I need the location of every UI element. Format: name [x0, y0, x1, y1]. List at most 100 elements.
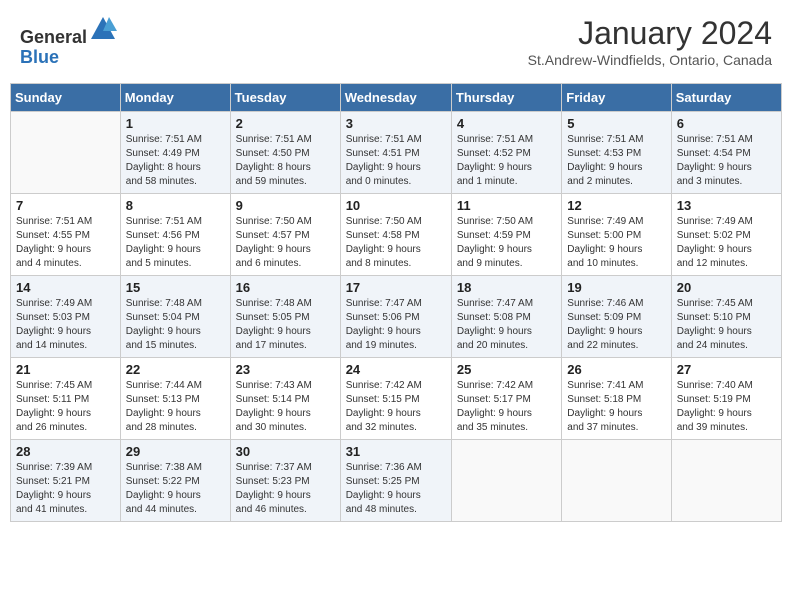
title-area: January 2024 St.Andrew-Windfields, Ontar… [528, 15, 772, 68]
day-number: 6 [677, 116, 776, 131]
logo: General Blue [20, 15, 117, 68]
day-info: Sunrise: 7:51 AM Sunset: 4:56 PM Dayligh… [126, 215, 225, 271]
day-info: Sunrise: 7:51 AM Sunset: 4:49 PM Dayligh… [126, 133, 225, 189]
logo-icon [89, 15, 117, 43]
day-info: Sunrise: 7:38 AM Sunset: 5:22 PM Dayligh… [126, 461, 225, 517]
calendar-cell: 28Sunrise: 7:39 AM Sunset: 5:21 PM Dayli… [11, 440, 121, 522]
calendar-cell: 5 Sunrise: 7:51 AM Sunset: 4:53 PM Daylig… [562, 112, 671, 194]
day-info: Sunrise: 7:42 AM Sunset: 5:15 PM Dayligh… [346, 379, 446, 435]
day-info: Sunrise: 7:49 AM Sunset: 5:03 PM Dayligh… [16, 297, 115, 353]
day-number: 21 [16, 362, 115, 377]
day-number: 10 [346, 198, 446, 213]
calendar-cell [562, 440, 671, 522]
calendar-cell: 1Sunrise: 7:51 AM Sunset: 4:49 PM Daylig… [120, 112, 230, 194]
calendar-cell: 27 Sunrise: 7:40 AM Sunset: 5:19 PM Dayli… [671, 358, 781, 440]
calendar-cell: 16Sunrise: 7:48 AM Sunset: 5:05 PM Dayli… [230, 276, 340, 358]
calendar-cell: 9 Sunrise: 7:50 AM Sunset: 4:57 PM Daylig… [230, 194, 340, 276]
day-info: Sunrise: 7:39 AM Sunset: 5:21 PM Dayligh… [16, 461, 115, 517]
day-info: Sunrise: 7:36 AM Sunset: 5:25 PM Dayligh… [346, 461, 446, 517]
calendar-cell: 29 Sunrise: 7:38 AM Sunset: 5:22 PM Dayli… [120, 440, 230, 522]
day-info: Sunrise: 7:47 AM Sunset: 5:06 PM Dayligh… [346, 297, 446, 353]
day-number: 22 [126, 362, 225, 377]
calendar-cell: 15 Sunrise: 7:48 AM Sunset: 5:04 PM Dayli… [120, 276, 230, 358]
day-info: Sunrise: 7:45 AM Sunset: 5:10 PM Dayligh… [677, 297, 776, 353]
calendar-cell: 24 Sunrise: 7:42 AM Sunset: 5:15 PM Dayli… [340, 358, 451, 440]
calendar-week-row: 1Sunrise: 7:51 AM Sunset: 4:49 PM Daylig… [11, 112, 782, 194]
day-info: Sunrise: 7:45 AM Sunset: 5:11 PM Dayligh… [16, 379, 115, 435]
calendar-week-row: 21 Sunrise: 7:45 AM Sunset: 5:11 PM Dayli… [11, 358, 782, 440]
calendar-cell: 19Sunrise: 7:46 AM Sunset: 5:09 PM Dayli… [562, 276, 671, 358]
day-number: 29 [126, 444, 225, 459]
day-number: 7 [16, 198, 115, 213]
day-number: 16 [236, 280, 335, 295]
calendar-cell: 25Sunrise: 7:42 AM Sunset: 5:17 PM Dayli… [451, 358, 561, 440]
day-number: 13 [677, 198, 776, 213]
calendar-cell [451, 440, 561, 522]
calendar-cell: 10Sunrise: 7:50 AM Sunset: 4:58 PM Dayli… [340, 194, 451, 276]
day-number: 30 [236, 444, 335, 459]
day-number: 12 [567, 198, 665, 213]
day-info: Sunrise: 7:49 AM Sunset: 5:00 PM Dayligh… [567, 215, 665, 271]
calendar-cell: 7 Sunrise: 7:51 AM Sunset: 4:55 PM Daylig… [11, 194, 121, 276]
day-number: 2 [236, 116, 335, 131]
calendar-cell: 11 Sunrise: 7:50 AM Sunset: 4:59 PM Dayli… [451, 194, 561, 276]
calendar-cell: 23Sunrise: 7:43 AM Sunset: 5:14 PM Dayli… [230, 358, 340, 440]
weekday-header-tuesday: Tuesday [230, 84, 340, 112]
day-info: Sunrise: 7:40 AM Sunset: 5:19 PM Dayligh… [677, 379, 776, 435]
day-number: 24 [346, 362, 446, 377]
calendar-cell: 6 Sunrise: 7:51 AM Sunset: 4:54 PM Daylig… [671, 112, 781, 194]
day-info: Sunrise: 7:49 AM Sunset: 5:02 PM Dayligh… [677, 215, 776, 271]
calendar-cell: 20 Sunrise: 7:45 AM Sunset: 5:10 PM Dayli… [671, 276, 781, 358]
calendar-cell [671, 440, 781, 522]
calendar-cell: 26Sunrise: 7:41 AM Sunset: 5:18 PM Dayli… [562, 358, 671, 440]
day-info: Sunrise: 7:44 AM Sunset: 5:13 PM Dayligh… [126, 379, 225, 435]
day-number: 4 [457, 116, 556, 131]
calendar-cell: 8 Sunrise: 7:51 AM Sunset: 4:56 PM Daylig… [120, 194, 230, 276]
day-info: Sunrise: 7:47 AM Sunset: 5:08 PM Dayligh… [457, 297, 556, 353]
calendar-cell: 2 Sunrise: 7:51 AM Sunset: 4:50 PM Daylig… [230, 112, 340, 194]
calendar-week-row: 14Sunrise: 7:49 AM Sunset: 5:03 PM Dayli… [11, 276, 782, 358]
day-number: 17 [346, 280, 446, 295]
weekday-header-row: SundayMondayTuesdayWednesdayThursdayFrid… [11, 84, 782, 112]
logo-blue-text: Blue [20, 47, 59, 67]
weekday-header-sunday: Sunday [11, 84, 121, 112]
day-info: Sunrise: 7:51 AM Sunset: 4:55 PM Dayligh… [16, 215, 115, 271]
day-info: Sunrise: 7:50 AM Sunset: 4:59 PM Dayligh… [457, 215, 556, 271]
day-number: 20 [677, 280, 776, 295]
calendar-week-row: 7 Sunrise: 7:51 AM Sunset: 4:55 PM Daylig… [11, 194, 782, 276]
day-number: 9 [236, 198, 335, 213]
day-number: 27 [677, 362, 776, 377]
day-info: Sunrise: 7:51 AM Sunset: 4:53 PM Dayligh… [567, 133, 665, 189]
weekday-header-monday: Monday [120, 84, 230, 112]
day-info: Sunrise: 7:48 AM Sunset: 5:04 PM Dayligh… [126, 297, 225, 353]
calendar-cell: 21 Sunrise: 7:45 AM Sunset: 5:11 PM Dayli… [11, 358, 121, 440]
day-info: Sunrise: 7:50 AM Sunset: 4:57 PM Dayligh… [236, 215, 335, 271]
calendar-cell: 3Sunrise: 7:51 AM Sunset: 4:51 PM Daylig… [340, 112, 451, 194]
calendar-cell: 17 Sunrise: 7:47 AM Sunset: 5:06 PM Dayli… [340, 276, 451, 358]
calendar-table: SundayMondayTuesdayWednesdayThursdayFrid… [10, 83, 782, 522]
day-number: 11 [457, 198, 556, 213]
location-title: St.Andrew-Windfields, Ontario, Canada [528, 52, 772, 68]
day-number: 25 [457, 362, 556, 377]
day-info: Sunrise: 7:46 AM Sunset: 5:09 PM Dayligh… [567, 297, 665, 353]
day-number: 18 [457, 280, 556, 295]
calendar-cell: 18 Sunrise: 7:47 AM Sunset: 5:08 PM Dayli… [451, 276, 561, 358]
day-number: 8 [126, 198, 225, 213]
calendar-week-row: 28Sunrise: 7:39 AM Sunset: 5:21 PM Dayli… [11, 440, 782, 522]
day-number: 15 [126, 280, 225, 295]
weekday-header-friday: Friday [562, 84, 671, 112]
weekday-header-wednesday: Wednesday [340, 84, 451, 112]
day-info: Sunrise: 7:51 AM Sunset: 4:51 PM Dayligh… [346, 133, 446, 189]
page-header: General Blue January 2024 St.Andrew-Wind… [10, 10, 782, 73]
day-info: Sunrise: 7:41 AM Sunset: 5:18 PM Dayligh… [567, 379, 665, 435]
logo-general-text: General [20, 27, 87, 47]
calendar-cell: 4Sunrise: 7:51 AM Sunset: 4:52 PM Daylig… [451, 112, 561, 194]
day-info: Sunrise: 7:37 AM Sunset: 5:23 PM Dayligh… [236, 461, 335, 517]
day-info: Sunrise: 7:51 AM Sunset: 4:54 PM Dayligh… [677, 133, 776, 189]
month-title: January 2024 [528, 15, 772, 52]
day-number: 5 [567, 116, 665, 131]
day-info: Sunrise: 7:51 AM Sunset: 4:50 PM Dayligh… [236, 133, 335, 189]
calendar-cell: 22 Sunrise: 7:44 AM Sunset: 5:13 PM Dayli… [120, 358, 230, 440]
calendar-cell [11, 112, 121, 194]
calendar-cell: 14Sunrise: 7:49 AM Sunset: 5:03 PM Dayli… [11, 276, 121, 358]
